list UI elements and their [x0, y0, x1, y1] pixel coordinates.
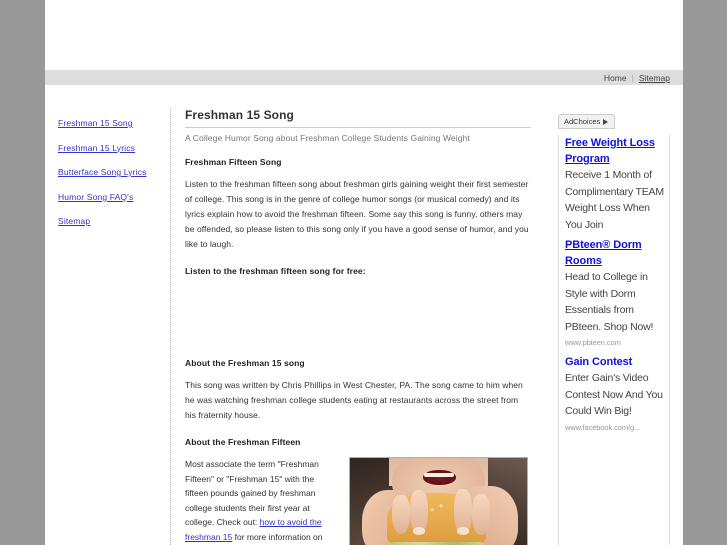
ad-title-free-weight-loss[interactable]: Free Weight Loss Program: [565, 135, 665, 167]
ad-unit-gain-contest[interactable]: Gain Contest Enter Gain's Video Contest …: [565, 354, 665, 435]
page-columns: Freshman 15 Song Freshman 15 Lyrics Butt…: [45, 86, 683, 545]
adchoices-triangle-icon: [603, 118, 609, 125]
adchoices-badge[interactable]: AdChoices: [558, 114, 616, 129]
photo-teeth: [424, 473, 455, 478]
left-sidebar-navigation: Freshman 15 Song Freshman 15 Lyrics Butt…: [45, 108, 170, 545]
section-heading-about-the-song: About the Freshman 15 song: [185, 358, 305, 368]
sidebar-item-freshman-15-song[interactable]: Freshman 15 Song: [58, 118, 170, 129]
top-navigation-bar: Home | Sitemap: [45, 70, 683, 86]
site-masthead: [45, 0, 683, 70]
about-freshman-fifteen-block: Most associate the term "Freshman Fiftee…: [185, 457, 531, 545]
ad-description-pbteen-dorm-rooms: Head to College in Style with Dorm Essen…: [565, 271, 654, 333]
ad-unit-pbteen-dorm-rooms[interactable]: PBteen® Dorm Rooms Head to College in St…: [565, 237, 665, 350]
adchoices-label: AdChoices: [564, 117, 601, 126]
sidebar-item-butterface-song-lyrics[interactable]: Butterface Song Lyrics: [58, 167, 170, 178]
main-content: Freshman 15 Song A College Humor Song ab…: [170, 108, 545, 545]
woman-eating-burger-photo: [349, 457, 528, 545]
ad-unit-free-weight-loss[interactable]: Free Weight Loss Program Receive 1 Month…: [565, 135, 665, 233]
photo-fingernail-2: [457, 527, 470, 535]
about-freshman-fifteen-text: Most associate the term "Freshman Fiftee…: [185, 457, 337, 545]
listen-heading: Listen to the freshman fifteen song for …: [185, 266, 366, 276]
photo-finger-4: [472, 493, 490, 535]
section-heading-freshman-fifteen-song: Freshman Fifteen Song: [185, 157, 282, 167]
sidebar-item-sitemap[interactable]: Sitemap: [58, 216, 170, 227]
ad-title-pbteen-dorm-rooms[interactable]: PBteen® Dorm Rooms: [565, 237, 665, 269]
page-subtitle: A College Humor Song about Freshman Coll…: [185, 133, 470, 143]
section-paragraph-freshman-fifteen-song: Listen to the freshman fifteen song abou…: [185, 179, 529, 249]
section-paragraph-about-the-song: This song was written by Chris Phillips …: [185, 380, 523, 420]
ad-url-gain-contest: www.facebook.com/g...: [565, 422, 641, 432]
right-ad-sidebar: AdChoices Free Weight Loss Program Recei…: [545, 108, 683, 545]
ad-description-free-weight-loss: Receive 1 Month of Complimentary TEAM We…: [565, 169, 664, 231]
sidebar-item-humor-song-faqs[interactable]: Humor Song FAQ's: [58, 192, 170, 203]
ad-url-pbteen: www.pbteen.com: [565, 338, 621, 347]
ad-title-gain-contest[interactable]: Gain Contest: [565, 354, 665, 370]
photo-fingernail-1: [412, 527, 426, 535]
ad-unit-container: Free Weight Loss Program Receive 1 Month…: [558, 134, 670, 545]
audio-player-placeholder[interactable]: [185, 286, 531, 358]
topnav-link-home[interactable]: Home: [599, 73, 632, 83]
sidebar-item-freshman-15-lyrics[interactable]: Freshman 15 Lyrics: [58, 143, 170, 154]
photo-finger-1: [392, 494, 411, 534]
ad-description-gain-contest: Enter Gain's Video Contest Now And You C…: [565, 372, 663, 417]
section-heading-about-the-freshman-fifteen: About the Freshman Fifteen: [185, 437, 301, 447]
topnav-link-sitemap[interactable]: Sitemap: [634, 73, 675, 83]
page-container: Home | Sitemap Freshman 15 Song Freshman…: [45, 0, 683, 545]
page-title: Freshman 15 Song: [185, 108, 531, 128]
